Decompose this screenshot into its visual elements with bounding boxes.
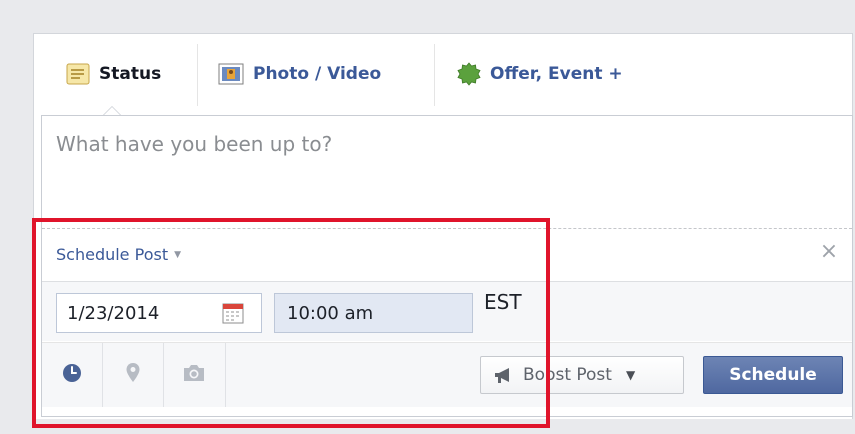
- chevron-down-icon: ▼: [625, 368, 636, 382]
- tab-offer-event[interactable]: Offer, Event +: [457, 60, 623, 88]
- tab-photo-video[interactable]: Photo / Video: [218, 60, 381, 88]
- page: Status Photo / Video Offer, Event + What…: [0, 0, 855, 434]
- offer-badge-icon: [457, 62, 481, 86]
- schedule-button[interactable]: Schedule: [703, 356, 843, 394]
- tab-offer-label: Offer, Event +: [490, 64, 623, 84]
- status-input[interactable]: [56, 132, 836, 222]
- tab-status-label: Status: [99, 64, 162, 84]
- status-note-icon: [66, 63, 90, 85]
- tab-divider: [197, 44, 198, 106]
- tab-divider: [434, 44, 435, 106]
- tab-status[interactable]: Status: [66, 60, 161, 88]
- close-icon[interactable]: ×: [816, 239, 842, 265]
- composer-tabs: Status Photo / Video Offer, Event +: [34, 34, 852, 116]
- tab-photo-label: Photo / Video: [253, 64, 382, 84]
- highlight-box: [32, 218, 550, 428]
- photo-icon: [218, 63, 244, 85]
